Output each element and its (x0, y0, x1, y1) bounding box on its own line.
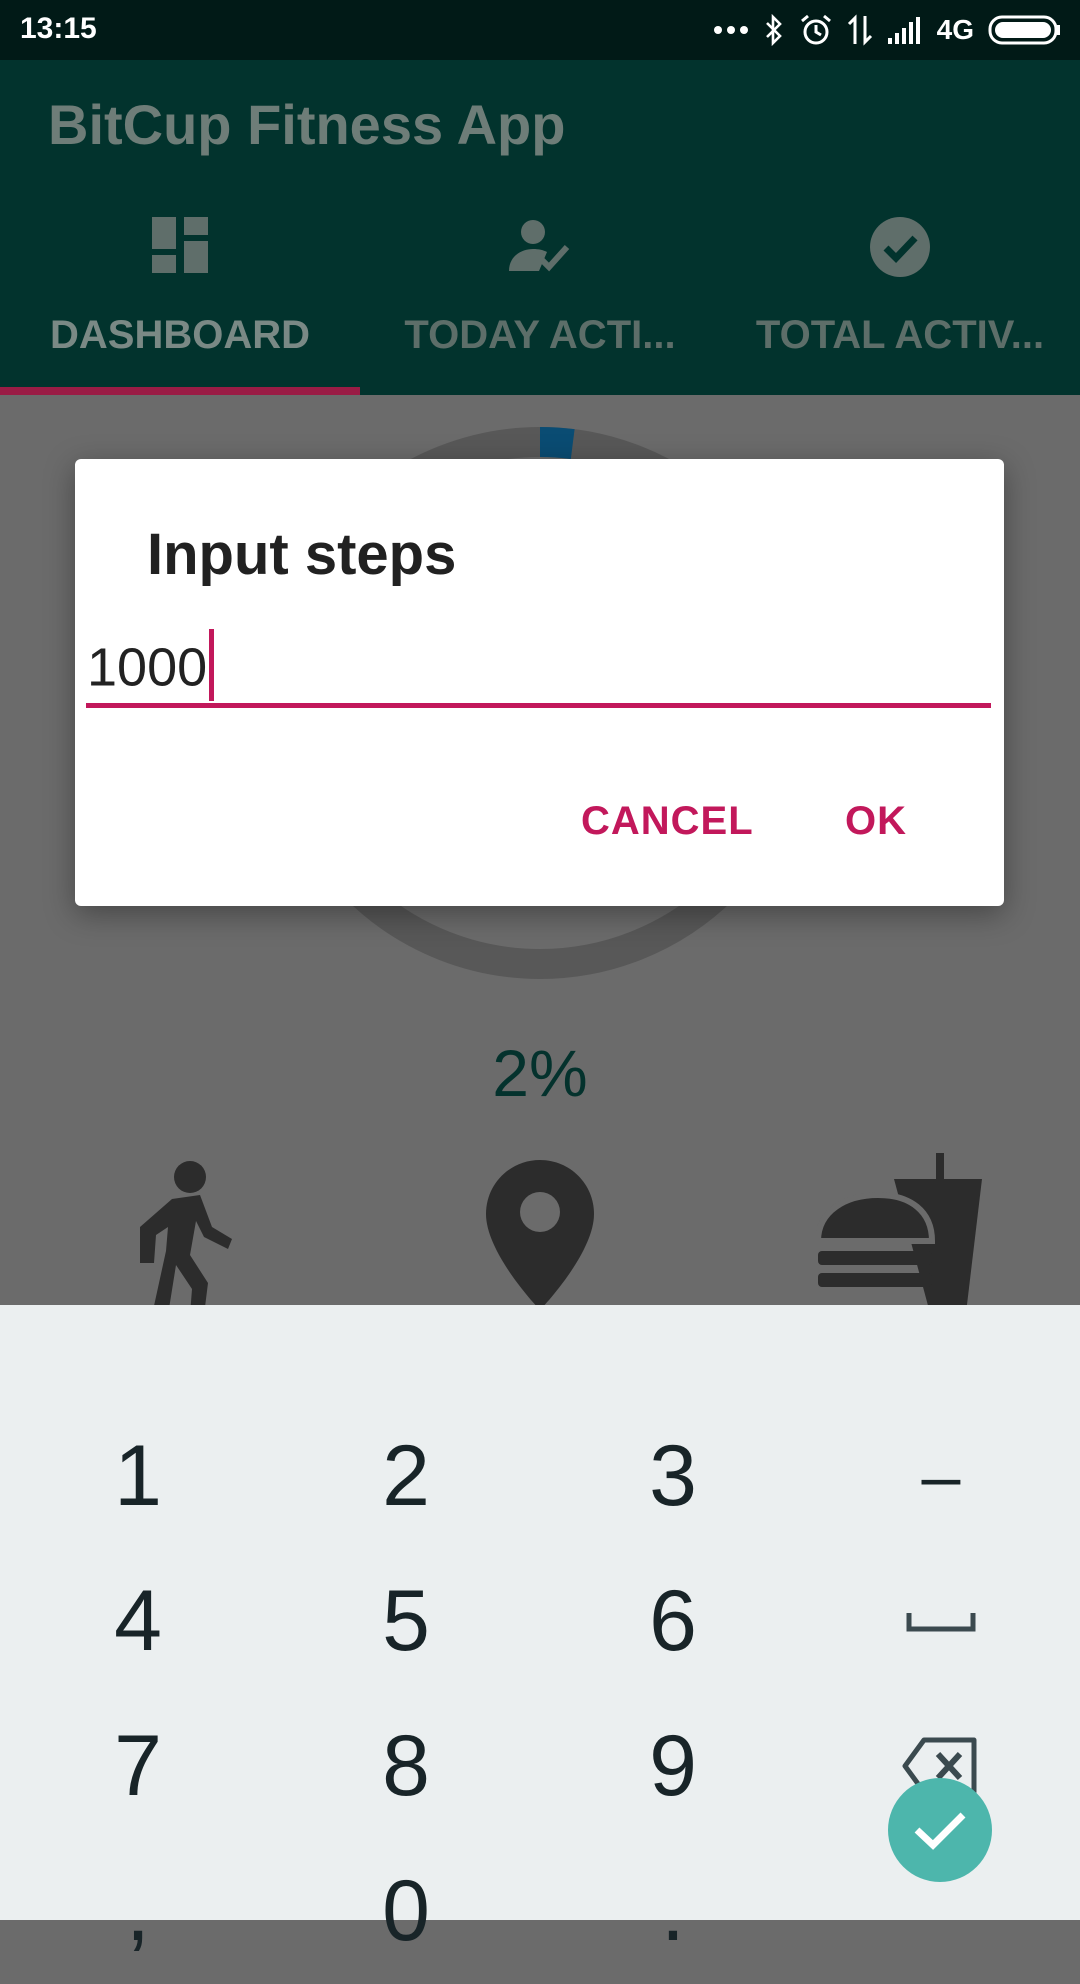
walk-icon (132, 1155, 234, 1305)
steps-input[interactable]: 1000 (87, 629, 215, 707)
network-type-label: 4G (936, 14, 974, 45)
status-bar: 13:15 4G (0, 0, 1080, 60)
location-pin-icon (486, 1160, 594, 1305)
tab-today-activity[interactable]: TODAY ACTI... (360, 155, 720, 357)
numeric-keyboard: 1 2 3 – 4 5 6 7 8 9 , 0 . (0, 1305, 1080, 1959)
person-check-icon (360, 219, 720, 273)
signal-icon (887, 16, 923, 44)
progress-percent: 2% (492, 1036, 588, 1110)
space-icon (906, 1613, 976, 1632)
key-9[interactable]: 9 (538, 1693, 808, 1839)
key-minus[interactable]: – (806, 1403, 1076, 1549)
key-3[interactable]: 3 (538, 1403, 808, 1549)
data-transfer-icon (847, 14, 873, 46)
alarm-icon (799, 13, 833, 47)
tab-indicator (0, 387, 360, 395)
dialog-title: Input steps (147, 522, 457, 587)
tab-dashboard[interactable]: DASHBOARD (0, 155, 360, 357)
key-1[interactable]: 1 (3, 1403, 273, 1549)
key-4[interactable]: 4 (3, 1548, 273, 1694)
enter-done-button[interactable] (888, 1778, 992, 1882)
more-notifications-icon (713, 25, 749, 35)
progress-ring-fill (539, 427, 575, 459)
key-space[interactable] (806, 1548, 1076, 1694)
battery-icon (988, 14, 1062, 46)
check-icon (914, 1812, 966, 1850)
check-circle-icon (720, 217, 1080, 277)
tab-label-total-activity: TOTAL ACTIV... (755, 313, 1045, 357)
bluetooth-icon (763, 14, 785, 46)
key-7[interactable]: 7 (3, 1693, 273, 1839)
tab-label-dashboard: DASHBOARD (50, 313, 310, 357)
ok-button[interactable]: OK (845, 799, 907, 844)
key-2[interactable]: 2 (271, 1403, 541, 1549)
tab-total-activity[interactable]: TOTAL ACTIV... (720, 155, 1080, 357)
steps-input-value: 1000 (87, 637, 208, 698)
status-icons: 4G (713, 10, 1062, 50)
status-time: 13:15 (20, 12, 97, 45)
app-title: BitCup Fitness App (48, 93, 566, 156)
tab-label-today-activity: TODAY ACTI... (404, 313, 676, 357)
key-comma[interactable]: , (3, 1838, 273, 1984)
input-underline (86, 703, 991, 708)
input-steps-dialog: Input steps 1000 CANCEL OK (75, 459, 1004, 906)
key-period[interactable]: . (538, 1838, 808, 1984)
key-5[interactable]: 5 (271, 1548, 541, 1694)
fast-food-icon (814, 1153, 986, 1305)
key-0[interactable]: 0 (271, 1838, 541, 1984)
cancel-button[interactable]: CANCEL (581, 799, 754, 844)
dashboard-icon (0, 217, 360, 273)
text-cursor (209, 629, 215, 701)
key-6[interactable]: 6 (538, 1548, 808, 1694)
key-8[interactable]: 8 (271, 1693, 541, 1839)
